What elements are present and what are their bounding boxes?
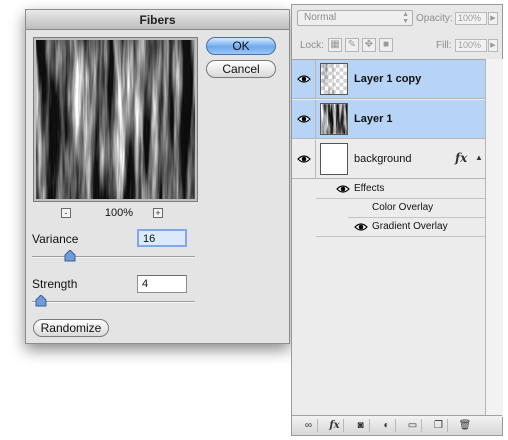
- fill-input[interactable]: 100%: [455, 39, 487, 52]
- eye-icon: [297, 155, 311, 163]
- select-arrows-icon: ▲ ▼: [402, 11, 409, 25]
- zoom-in-button[interactable]: +: [153, 208, 163, 218]
- lock-transparency-icon[interactable]: ▦: [328, 38, 342, 52]
- variance-label: Variance: [32, 232, 79, 246]
- lock-all-icon[interactable]: ■: [379, 38, 393, 52]
- eye-icon: [297, 115, 311, 123]
- variance-input[interactable]: 16: [137, 229, 187, 247]
- layers-scrollbar[interactable]: [485, 59, 503, 417]
- visibility-toggle[interactable]: [292, 140, 316, 178]
- opacity-slider-arrow-icon[interactable]: ▶: [488, 12, 498, 25]
- layer-row-layer-1[interactable]: Layer 1: [292, 100, 485, 139]
- zoom-level: 100%: [104, 207, 134, 219]
- eye-icon[interactable]: [336, 184, 350, 194]
- opacity-label: Opacity:: [416, 13, 453, 24]
- effects-label: Effects: [354, 183, 385, 194]
- effects-row[interactable]: Effects: [316, 180, 485, 199]
- lock-position-icon[interactable]: ✥: [362, 38, 376, 52]
- blend-mode-select[interactable]: Normal ▲ ▼: [297, 10, 413, 26]
- collapse-effects-arrow-icon[interactable]: ▲: [475, 153, 483, 162]
- zoom-controls: - 100% +: [33, 207, 198, 222]
- link-icon[interactable]: ∞: [300, 419, 318, 432]
- effect-row-color-overlay[interactable]: Color Overlay: [348, 199, 485, 218]
- zoom-out-button[interactable]: -: [61, 208, 71, 218]
- visibility-toggle[interactable]: [292, 60, 316, 98]
- visibility-toggle[interactable]: [292, 100, 316, 138]
- fx-icon[interactable]: fx: [455, 151, 467, 165]
- layer-thumbnail: [320, 63, 348, 95]
- lock-label: Lock:: [300, 40, 324, 51]
- effect-row-gradient-overlay[interactable]: Gradient Overlay: [316, 218, 485, 237]
- blend-mode-value: Normal: [304, 12, 337, 23]
- strength-slider-thumb[interactable]: [35, 295, 47, 307]
- fx-icon[interactable]: fx: [326, 419, 344, 432]
- layer-row-layer-1-copy[interactable]: Layer 1 copy: [292, 60, 485, 99]
- fill-label: Fill:: [436, 40, 452, 51]
- effect-label: Gradient Overlay: [372, 221, 448, 232]
- layer-name[interactable]: Layer 1 copy: [354, 73, 421, 85]
- layer-name[interactable]: Layer 1: [354, 113, 393, 125]
- variance-slider-thumb[interactable]: [64, 250, 76, 262]
- trash-icon[interactable]: 🗑: [456, 419, 474, 432]
- cancel-button[interactable]: Cancel: [206, 60, 276, 78]
- variance-slider-track[interactable]: [32, 256, 195, 258]
- layers-panel: Normal ▲ ▼ Opacity: 100% ▶ Lock: ▦ ✎ ✥ ■ …: [291, 4, 503, 436]
- layer-name[interactable]: background: [354, 153, 412, 165]
- strength-label: Strength: [32, 277, 78, 291]
- layer-row-background[interactable]: background fx ▲: [292, 140, 485, 179]
- new-layer-icon[interactable]: ❐: [430, 419, 448, 432]
- layer-thumbnail: [320, 103, 348, 135]
- strength-slider-track[interactable]: [32, 301, 195, 303]
- fibers-dialog: Fibers - 100% + OK Cancel Variance 16 St…: [25, 9, 290, 344]
- adjustment-icon[interactable]: ◐: [378, 419, 396, 432]
- layers-toolbar: ∞ fx ◙ ◐ ▭ ❐ 🗑: [292, 415, 502, 435]
- eye-icon[interactable]: [354, 222, 368, 232]
- randomize-button[interactable]: Randomize: [33, 319, 109, 337]
- fibers-texture: [36, 40, 195, 199]
- dialog-title: Fibers: [26, 10, 289, 30]
- layer-thumbnail: [320, 143, 348, 175]
- opacity-input[interactable]: 100%: [455, 12, 487, 25]
- eye-icon: [297, 75, 311, 83]
- strength-input[interactable]: 4: [137, 275, 187, 293]
- layers-list: Layer 1 copy Layer 1 background fx ▲ Eff…: [292, 59, 485, 431]
- fibers-preview[interactable]: [33, 37, 198, 202]
- lock-pixels-icon[interactable]: ✎: [345, 38, 359, 52]
- group-folder-icon[interactable]: ▭: [404, 419, 422, 432]
- effect-label: Color Overlay: [372, 202, 434, 213]
- mask-icon[interactable]: ◙: [352, 419, 370, 432]
- ok-button[interactable]: OK: [206, 37, 276, 55]
- fill-slider-arrow-icon[interactable]: ▶: [488, 39, 498, 52]
